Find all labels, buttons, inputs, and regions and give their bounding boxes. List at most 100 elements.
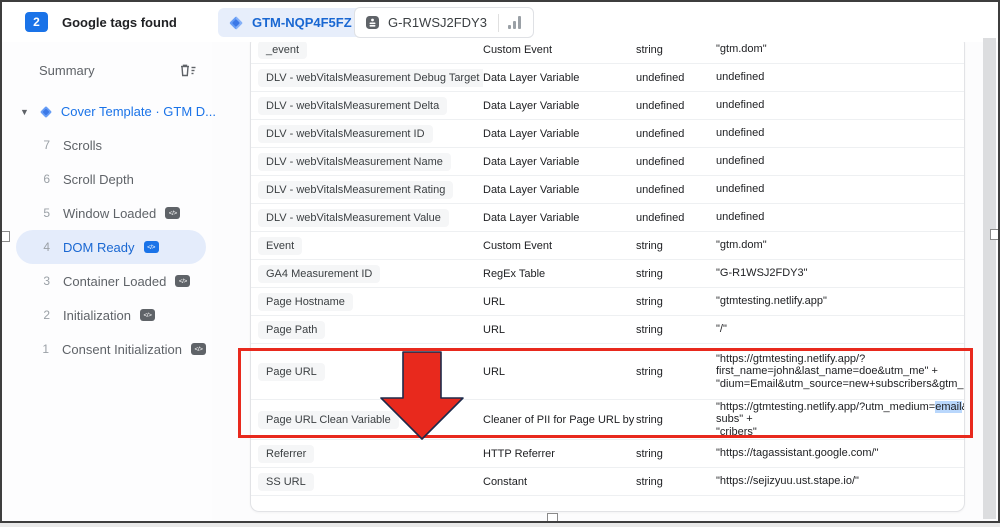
table-row: GA4 Measurement ID RegEx Table string "G-R1… [251, 260, 964, 288]
variable-return-type: string [636, 43, 663, 56]
selection-handle-right[interactable] [990, 229, 998, 240]
ga-tag-icon [365, 15, 380, 30]
variable-return-type: string [636, 323, 663, 336]
variable-name-chip: Event [258, 237, 303, 255]
variable-type: Data Layer Variable [483, 71, 580, 84]
tab-gtm-container[interactable]: GTM-NQP4F5FZ [218, 8, 364, 37]
sidebar-event-scroll-depth[interactable]: 6 Scroll Depth [16, 162, 206, 196]
variable-name-chip: DLV - webVitalsMeasurement Delta [258, 97, 448, 115]
table-row: Referrer HTTP Referrer string "https://taga… [251, 440, 964, 468]
table-row: DLV - webVitalsMeasurement Delta Data Lay… [251, 92, 964, 120]
variable-name-chip: DLV - webVitalsMeasurement Value [258, 209, 449, 227]
variable-name-chip: DLV - webVitalsMeasurement Rating [258, 181, 454, 199]
variable-value: undefined [716, 71, 765, 84]
event-tag-badge-icon: </> [139, 309, 155, 321]
variable-name-chip: Page Hostname [258, 293, 353, 311]
event-label: Initialization [63, 307, 131, 323]
sidebar-event-consent-initialization[interactable]: 1 Consent Initialization </> [16, 332, 206, 366]
top-bar: 2 Google tags found GTM-NQP4F5FZ G-R1WSJ… [2, 2, 998, 42]
variable-value: undefined [716, 99, 765, 112]
table-row: DLV - webVitalsMeasurement Value Data Lay… [251, 204, 964, 232]
variable-return-type: undefined [636, 155, 685, 168]
variable-name-chip: DLV - webVitalsMeasurement Debug Target [258, 69, 483, 87]
variable-value: "/" [716, 323, 727, 336]
variable-type: Custom Event [483, 239, 553, 252]
variable-return-type: undefined [636, 211, 685, 224]
variable-return-type: undefined [636, 127, 685, 140]
event-number: 3 [43, 274, 50, 288]
tab-gtm-label: GTM-NQP4F5FZ [252, 15, 352, 30]
delete-sweep-icon[interactable] [178, 62, 196, 78]
variable-type: URL [483, 295, 506, 308]
event-tag-badge-icon: </> [143, 241, 159, 253]
event-number: 4 [43, 240, 50, 254]
sidebar-event-initialization[interactable]: 2 Initialization </> [16, 298, 206, 332]
tab-ga4-property[interactable]: G-R1WSJ2FDY3 [354, 7, 534, 38]
event-number: 2 [43, 308, 50, 322]
variable-value: "gtmtesting.netlify.app" [716, 295, 827, 308]
variable-type: Constant [483, 475, 528, 488]
variable-return-type: string [636, 295, 663, 308]
tags-found-label: Google tags found [62, 15, 177, 30]
variable-type: Data Layer Variable [483, 99, 580, 112]
event-label: Window Loaded [63, 205, 157, 221]
main-content: _event Custom Event string "gtm.dom" DLV - w… [212, 35, 998, 521]
sidebar-container-label: Cover Template · GTM D... [60, 104, 216, 119]
event-tag-badge-icon: </> [191, 343, 206, 355]
variable-name-chip: _event [258, 41, 308, 59]
event-label: DOM Ready [63, 239, 135, 255]
sidebar-event-container-loaded[interactable]: 3 Container Loaded </> [16, 264, 206, 298]
screenshot-frame: 2 Google tags found GTM-NQP4F5FZ G-R1WSJ… [0, 0, 1000, 523]
variable-type: Data Layer Variable [483, 127, 580, 140]
tab-separator [497, 13, 499, 32]
sidebar-event-scrolls[interactable]: 7 Scrolls [16, 128, 206, 162]
scrollbar[interactable] [983, 38, 996, 519]
variable-value: undefined [716, 183, 765, 196]
selection-handle-left[interactable] [2, 231, 10, 242]
annotation-arrow-down-icon [380, 351, 464, 440]
gtm-diamond-icon-small [39, 105, 53, 119]
variable-name-chip: GA4 Measurement ID [258, 265, 381, 283]
sidebar-event-dom-ready[interactable]: 4 DOM Ready </> [16, 230, 206, 264]
table-row: DLV - webVitalsMeasurement Rating Data La… [251, 176, 964, 204]
sidebar: Summary ▼ Cover Template · GTM D... 7 Sc… [2, 42, 216, 521]
annotation-highlight-box [238, 348, 973, 438]
variable-value: "https://sejizyuu.ust.stape.io/" [716, 475, 859, 488]
variable-type: Data Layer Variable [483, 211, 580, 224]
table-row: Page Hostname URL string "gtmtesting.netlif… [251, 288, 964, 316]
variable-return-type: string [636, 475, 663, 488]
variable-type: RegEx Table [483, 267, 546, 280]
event-tag-badge-icon: </> [165, 207, 181, 219]
variable-type: HTTP Referrer [483, 447, 555, 460]
event-number: 6 [43, 172, 50, 186]
variable-name-chip: Page Path [258, 321, 326, 339]
event-number: 5 [43, 206, 50, 220]
event-number: 7 [43, 138, 50, 152]
variable-name-chip: SS URL [258, 473, 314, 491]
event-label: Consent Initialization [62, 341, 182, 357]
event-label: Scrolls [63, 137, 103, 153]
variables-table: _event Custom Event string "gtm.dom" DLV - w… [250, 35, 965, 512]
signal-bars-icon[interactable] [507, 16, 521, 29]
table-row: SS URL Constant string "https://sejizyuu.us… [251, 468, 964, 496]
table-row: Event Custom Event string "gtm.dom" [251, 232, 964, 260]
event-label: Scroll Depth [63, 171, 134, 187]
variable-name-chip: Referrer [258, 445, 315, 463]
variable-value: "gtm.dom" [716, 239, 767, 252]
variable-value: undefined [716, 155, 765, 168]
tags-found-count-badge: 2 [25, 12, 48, 32]
sidebar-container-item[interactable]: ▼ Cover Template · GTM D... [20, 104, 216, 119]
variable-value: "G-R1WSJ2FDY3" [716, 267, 808, 280]
chevron-expand-icon[interactable]: ▼ [20, 107, 29, 117]
variable-value: undefined [716, 127, 765, 140]
sidebar-summary[interactable]: Summary [39, 63, 95, 78]
variable-name-chip: DLV - webVitalsMeasurement Name [258, 153, 451, 171]
tab-ga4-label: G-R1WSJ2FDY3 [388, 15, 487, 30]
selection-handle-bottom[interactable] [547, 513, 558, 521]
variable-type: Custom Event [483, 43, 553, 56]
sidebar-event-window-loaded[interactable]: 5 Window Loaded </> [16, 196, 206, 230]
event-tag-badge-icon: </> [175, 275, 191, 287]
variable-value: "https://tagassistant.google.com/" [716, 447, 879, 460]
variable-return-type: undefined [636, 183, 685, 196]
variable-name-chip: DLV - webVitalsMeasurement ID [258, 125, 433, 143]
